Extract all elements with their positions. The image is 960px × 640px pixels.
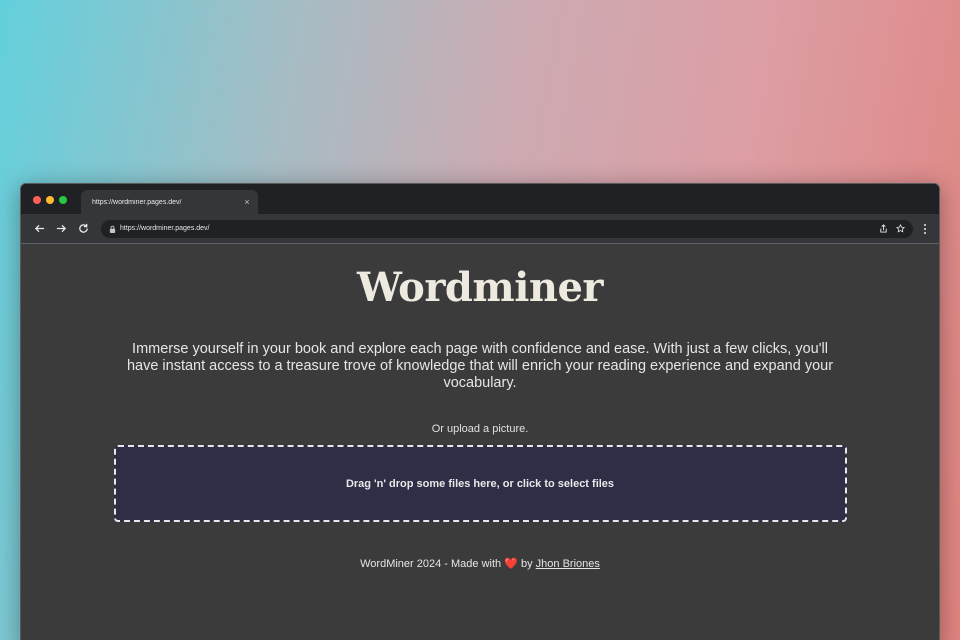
dropzone-text: Drag 'n' drop some files here, or click … [345,477,615,490]
kebab-menu-icon [924,223,926,234]
lock-icon [109,225,116,233]
browser-menu-button[interactable] [917,219,933,239]
tab-active[interactable]: https://wordminer.pages.dev/ × [81,190,258,214]
tab-close-icon[interactable]: × [242,197,252,207]
forward-button[interactable] [51,219,71,239]
bookmark-star-icon[interactable] [893,222,907,236]
maximize-window-button[interactable] [59,196,67,204]
share-icon[interactable] [876,222,890,236]
browser-window: https://wordminer.pages.dev/ × https://w… [20,183,940,640]
page-title: Wordminer [356,264,604,311]
footer-by: by [520,558,533,570]
author-link[interactable]: Jhon Briones [536,558,600,570]
arrow-right-icon [56,224,66,233]
reload-icon [78,223,88,233]
back-button[interactable] [29,219,49,239]
reload-button[interactable] [73,219,93,239]
arrow-left-icon [34,224,44,233]
minimize-window-button[interactable] [46,196,54,204]
file-dropzone[interactable]: Drag 'n' drop some files here, or click … [113,445,847,522]
heart-icon: ❤️ [504,558,518,570]
address-bar[interactable]: https://wordminer.pages.dev/ [101,219,913,238]
browser-toolbar: https://wordminer.pages.dev/ [21,214,939,244]
tab-title: https://wordminer.pages.dev/ [92,198,182,206]
close-window-button[interactable] [33,196,41,204]
url-text: https://wordminer.pages.dev/ [120,225,210,232]
footer-prefix: WordMiner 2024 - Made with [360,558,502,570]
footer: WordMiner 2024 - Made with ❤️ by Jhon Br… [21,557,939,570]
page-content: Wordminer Immerse yourself in your book … [21,244,939,640]
intro-text: Immerse yourself in your book and explor… [126,341,834,391]
tab-bar: https://wordminer.pages.dev/ × [21,184,939,214]
window-controls [33,196,67,204]
upload-label: Or upload a picture. [431,423,529,435]
